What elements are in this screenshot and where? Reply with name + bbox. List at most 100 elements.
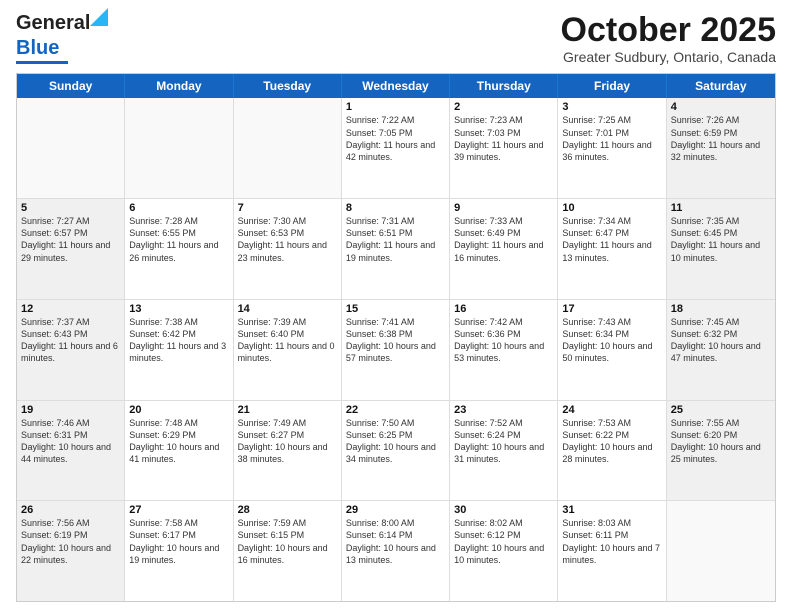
- calendar-cell: 19Sunrise: 7:46 AMSunset: 6:31 PMDayligh…: [17, 401, 125, 501]
- calendar-body: 1Sunrise: 7:22 AMSunset: 7:05 PMDaylight…: [17, 98, 775, 601]
- calendar-cell: 4Sunrise: 7:26 AMSunset: 6:59 PMDaylight…: [667, 98, 775, 198]
- day-number: 24: [562, 404, 661, 416]
- calendar-row-2: 5Sunrise: 7:27 AMSunset: 6:57 PMDaylight…: [17, 199, 775, 300]
- calendar-cell: 23Sunrise: 7:52 AMSunset: 6:24 PMDayligh…: [450, 401, 558, 501]
- calendar-cell: 28Sunrise: 7:59 AMSunset: 6:15 PMDayligh…: [234, 501, 342, 601]
- day-number: 31: [562, 504, 661, 516]
- calendar-cell: 29Sunrise: 8:00 AMSunset: 6:14 PMDayligh…: [342, 501, 450, 601]
- day-number: 23: [454, 404, 553, 416]
- day-info: Sunrise: 7:56 AMSunset: 6:19 PMDaylight:…: [21, 517, 120, 566]
- day-info: Sunrise: 7:42 AMSunset: 6:36 PMDaylight:…: [454, 316, 553, 365]
- day-number: 4: [671, 101, 771, 113]
- day-number: 27: [129, 504, 228, 516]
- weekday-header-saturday: Saturday: [667, 74, 775, 98]
- day-number: 17: [562, 303, 661, 315]
- calendar-cell: 21Sunrise: 7:49 AMSunset: 6:27 PMDayligh…: [234, 401, 342, 501]
- day-number: 7: [238, 202, 337, 214]
- day-number: 15: [346, 303, 445, 315]
- weekday-header-thursday: Thursday: [450, 74, 558, 98]
- day-info: Sunrise: 7:46 AMSunset: 6:31 PMDaylight:…: [21, 417, 120, 466]
- day-info: Sunrise: 7:38 AMSunset: 6:42 PMDaylight:…: [129, 316, 228, 365]
- logo-blue: Blue: [16, 37, 59, 59]
- day-info: Sunrise: 7:28 AMSunset: 6:55 PMDaylight:…: [129, 215, 228, 264]
- calendar-cell: [234, 98, 342, 198]
- day-info: Sunrise: 7:37 AMSunset: 6:43 PMDaylight:…: [21, 316, 120, 365]
- calendar-cell: 10Sunrise: 7:34 AMSunset: 6:47 PMDayligh…: [558, 199, 666, 299]
- calendar-cell: 5Sunrise: 7:27 AMSunset: 6:57 PMDaylight…: [17, 199, 125, 299]
- day-number: 6: [129, 202, 228, 214]
- calendar-cell: 22Sunrise: 7:50 AMSunset: 6:25 PMDayligh…: [342, 401, 450, 501]
- day-info: Sunrise: 7:58 AMSunset: 6:17 PMDaylight:…: [129, 517, 228, 566]
- calendar-cell: 13Sunrise: 7:38 AMSunset: 6:42 PMDayligh…: [125, 300, 233, 400]
- title-block: October 2025 Greater Sudbury, Ontario, C…: [561, 12, 776, 65]
- calendar-cell: [667, 501, 775, 601]
- day-info: Sunrise: 7:43 AMSunset: 6:34 PMDaylight:…: [562, 316, 661, 365]
- day-info: Sunrise: 7:50 AMSunset: 6:25 PMDaylight:…: [346, 417, 445, 466]
- calendar-cell: 17Sunrise: 7:43 AMSunset: 6:34 PMDayligh…: [558, 300, 666, 400]
- calendar-cell: 6Sunrise: 7:28 AMSunset: 6:55 PMDaylight…: [125, 199, 233, 299]
- calendar-cell: 3Sunrise: 7:25 AMSunset: 7:01 PMDaylight…: [558, 98, 666, 198]
- day-info: Sunrise: 7:55 AMSunset: 6:20 PMDaylight:…: [671, 417, 771, 466]
- logo: General Blue: [16, 12, 90, 64]
- day-number: 12: [21, 303, 120, 315]
- day-number: 22: [346, 404, 445, 416]
- weekday-header-monday: Monday: [125, 74, 233, 98]
- calendar-header: SundayMondayTuesdayWednesdayThursdayFrid…: [17, 74, 775, 98]
- weekday-header-sunday: Sunday: [17, 74, 125, 98]
- calendar-cell: 27Sunrise: 7:58 AMSunset: 6:17 PMDayligh…: [125, 501, 233, 601]
- weekday-header-friday: Friday: [558, 74, 666, 98]
- day-info: Sunrise: 7:34 AMSunset: 6:47 PMDaylight:…: [562, 215, 661, 264]
- day-info: Sunrise: 7:25 AMSunset: 7:01 PMDaylight:…: [562, 114, 661, 163]
- calendar-cell: 8Sunrise: 7:31 AMSunset: 6:51 PMDaylight…: [342, 199, 450, 299]
- calendar-cell: 14Sunrise: 7:39 AMSunset: 6:40 PMDayligh…: [234, 300, 342, 400]
- day-number: 5: [21, 202, 120, 214]
- weekday-header-wednesday: Wednesday: [342, 74, 450, 98]
- day-number: 11: [671, 202, 771, 214]
- day-number: 2: [454, 101, 553, 113]
- day-number: 8: [346, 202, 445, 214]
- day-number: 28: [238, 504, 337, 516]
- calendar-cell: 9Sunrise: 7:33 AMSunset: 6:49 PMDaylight…: [450, 199, 558, 299]
- calendar-cell: 31Sunrise: 8:03 AMSunset: 6:11 PMDayligh…: [558, 501, 666, 601]
- day-number: 26: [21, 504, 120, 516]
- calendar-cell: [17, 98, 125, 198]
- day-info: Sunrise: 7:35 AMSunset: 6:45 PMDaylight:…: [671, 215, 771, 264]
- day-info: Sunrise: 8:03 AMSunset: 6:11 PMDaylight:…: [562, 517, 661, 566]
- day-info: Sunrise: 7:41 AMSunset: 6:38 PMDaylight:…: [346, 316, 445, 365]
- day-info: Sunrise: 7:26 AMSunset: 6:59 PMDaylight:…: [671, 114, 771, 163]
- calendar-cell: 15Sunrise: 7:41 AMSunset: 6:38 PMDayligh…: [342, 300, 450, 400]
- calendar-cell: 26Sunrise: 7:56 AMSunset: 6:19 PMDayligh…: [17, 501, 125, 601]
- day-number: 30: [454, 504, 553, 516]
- day-info: Sunrise: 7:45 AMSunset: 6:32 PMDaylight:…: [671, 316, 771, 365]
- day-number: 14: [238, 303, 337, 315]
- day-info: Sunrise: 7:39 AMSunset: 6:40 PMDaylight:…: [238, 316, 337, 365]
- header: General Blue October 2025 Greater Sudbur…: [16, 12, 776, 65]
- day-info: Sunrise: 7:48 AMSunset: 6:29 PMDaylight:…: [129, 417, 228, 466]
- calendar-cell: 24Sunrise: 7:53 AMSunset: 6:22 PMDayligh…: [558, 401, 666, 501]
- calendar-cell: 11Sunrise: 7:35 AMSunset: 6:45 PMDayligh…: [667, 199, 775, 299]
- day-number: 21: [238, 404, 337, 416]
- logo-underline: [16, 61, 68, 64]
- weekday-header-tuesday: Tuesday: [234, 74, 342, 98]
- day-number: 25: [671, 404, 771, 416]
- calendar-row-5: 26Sunrise: 7:56 AMSunset: 6:19 PMDayligh…: [17, 501, 775, 601]
- day-info: Sunrise: 8:02 AMSunset: 6:12 PMDaylight:…: [454, 517, 553, 566]
- day-number: 29: [346, 504, 445, 516]
- day-number: 9: [454, 202, 553, 214]
- day-number: 3: [562, 101, 661, 113]
- day-info: Sunrise: 7:52 AMSunset: 6:24 PMDaylight:…: [454, 417, 553, 466]
- day-number: 16: [454, 303, 553, 315]
- calendar-cell: [125, 98, 233, 198]
- day-info: Sunrise: 7:30 AMSunset: 6:53 PMDaylight:…: [238, 215, 337, 264]
- calendar-row-3: 12Sunrise: 7:37 AMSunset: 6:43 PMDayligh…: [17, 300, 775, 401]
- calendar-cell: 30Sunrise: 8:02 AMSunset: 6:12 PMDayligh…: [450, 501, 558, 601]
- calendar-page: General Blue October 2025 Greater Sudbur…: [0, 0, 792, 612]
- calendar: SundayMondayTuesdayWednesdayThursdayFrid…: [16, 73, 776, 602]
- day-number: 1: [346, 101, 445, 113]
- calendar-cell: 2Sunrise: 7:23 AMSunset: 7:03 PMDaylight…: [450, 98, 558, 198]
- day-number: 13: [129, 303, 228, 315]
- day-info: Sunrise: 7:59 AMSunset: 6:15 PMDaylight:…: [238, 517, 337, 566]
- location: Greater Sudbury, Ontario, Canada: [561, 49, 776, 65]
- day-info: Sunrise: 8:00 AMSunset: 6:14 PMDaylight:…: [346, 517, 445, 566]
- day-number: 19: [21, 404, 120, 416]
